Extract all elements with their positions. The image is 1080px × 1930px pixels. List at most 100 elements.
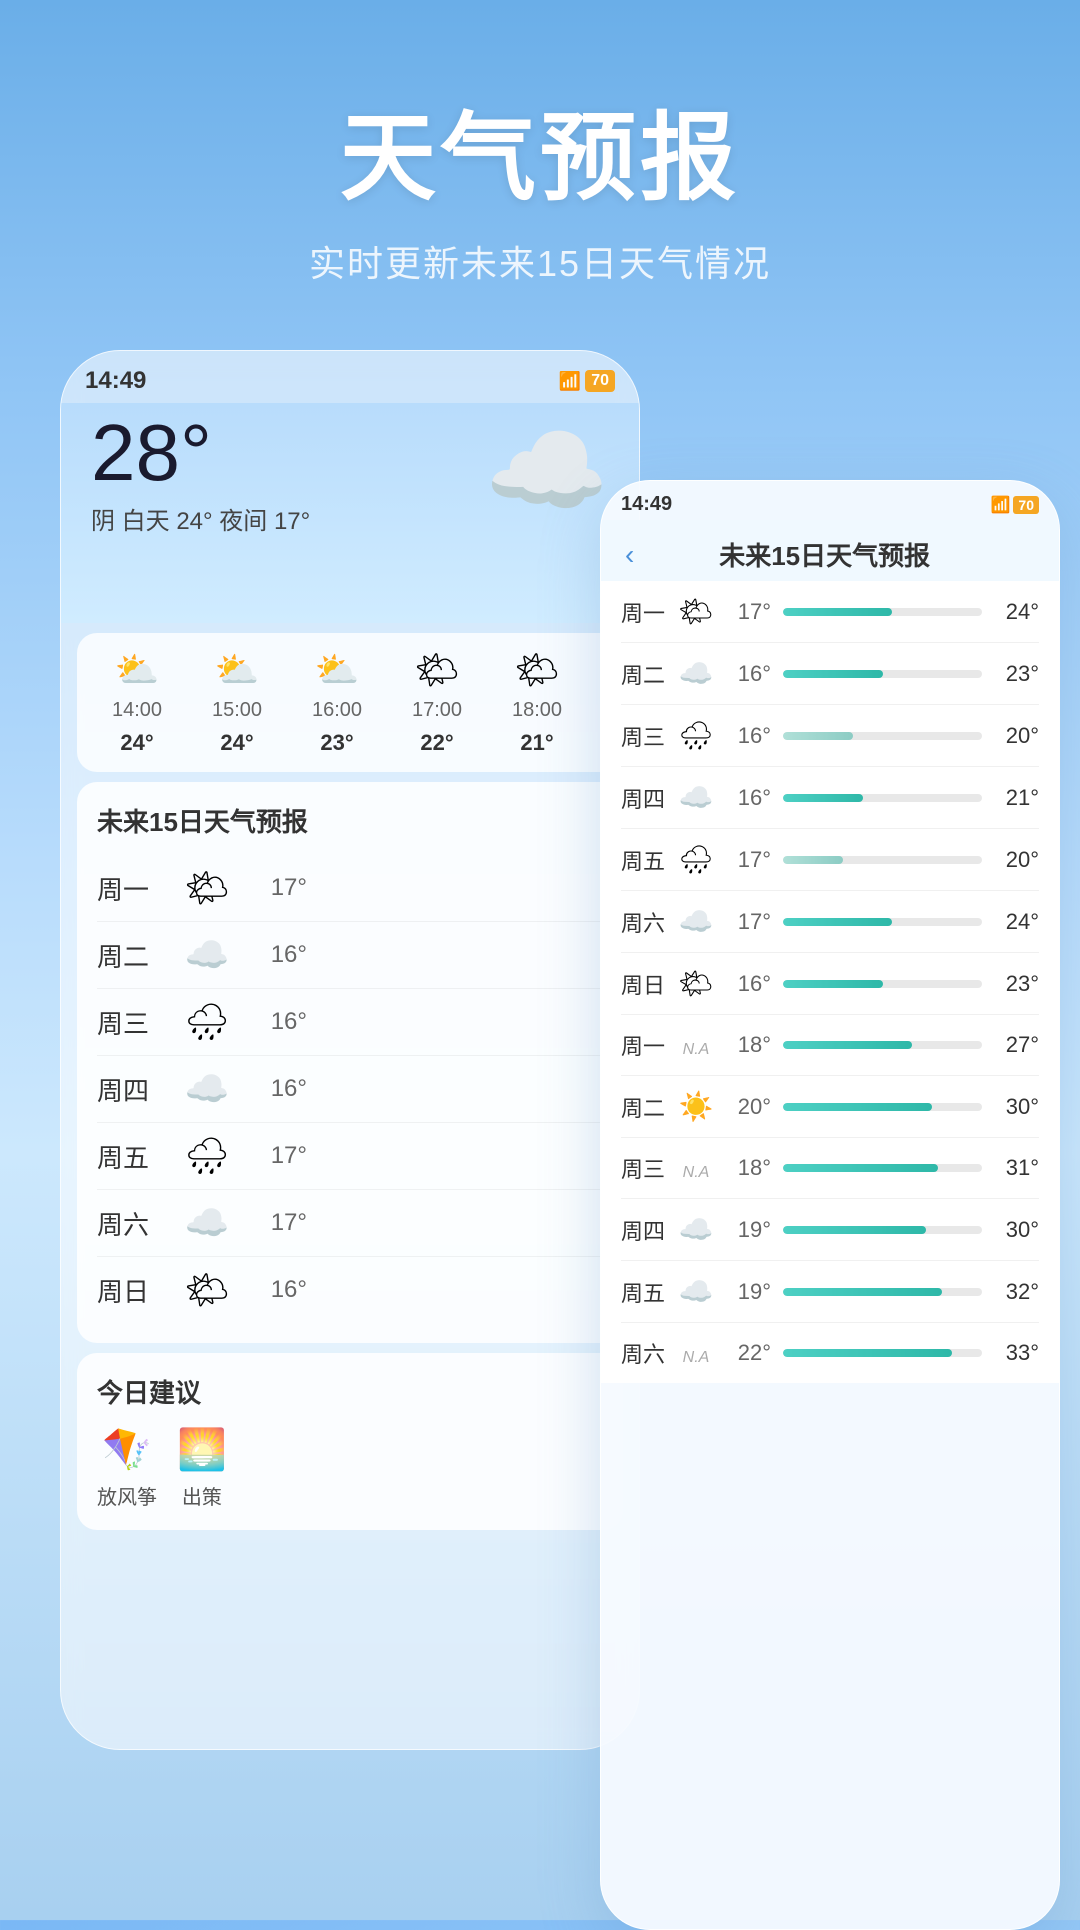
front-day-6: 周日 <box>621 968 676 1000</box>
front-low-11: 19° <box>716 1279 771 1305</box>
front-low-10: 19° <box>716 1217 771 1243</box>
forecast-row-2: 周三 🌧 16° <box>97 989 603 1056</box>
front-weather-icon-1: ☁️ <box>676 657 716 690</box>
kite-icon: 🪁 <box>102 1426 152 1473</box>
front-forecast-row-2: 周三 🌧 16° 20° <box>621 705 1039 767</box>
front-high-3: 21° <box>994 785 1039 811</box>
front-day-4: 周五 <box>621 844 676 876</box>
forecast-low-1: 16° <box>237 941 307 969</box>
front-phone: 14:49 📶 70 ‹ 未来15日天气预报 周一 🌤 17° 24° 周二 ☁… <box>600 480 1060 1930</box>
hour-icon-1: ⛅ <box>115 649 160 691</box>
front-day-3: 周四 <box>621 782 676 814</box>
front-weather-icon-12: N.A <box>676 1337 716 1369</box>
front-bar-container-9 <box>783 1164 982 1172</box>
forecast-row-0: 周一 🌤 17° <box>97 855 603 922</box>
back-phone: 14:49 📶 70 28° 阴 白天 24° 夜间 17° ☁️ ⛅ 14:0… <box>60 350 640 1750</box>
hour-time-1: 14:00 <box>112 699 162 722</box>
forecast-day-0: 周一 <box>97 870 177 907</box>
front-bar-fill-11 <box>783 1288 942 1296</box>
front-bar-container-11 <box>783 1288 982 1296</box>
back-phone-forecast-section: 未来15日天气预报 周一 🌤 17° 周二 ☁️ 16° 周三 🌧 16° 周四… <box>77 782 623 1343</box>
forecast-icon-2: 🌧 <box>177 1001 237 1043</box>
front-bar-container-5 <box>783 918 982 926</box>
front-forecast-row-5: 周六 ☁️ 17° 24° <box>621 891 1039 953</box>
front-low-0: 17° <box>716 599 771 625</box>
forecast-day-2: 周三 <box>97 1004 177 1041</box>
app-title: 天气预报 <box>0 80 1080 219</box>
front-high-1: 23° <box>994 661 1039 687</box>
hour-item-1: ⛅ 14:00 24° <box>97 649 177 756</box>
front-low-4: 17° <box>716 847 771 873</box>
forecast-icon-5: ☁️ <box>177 1202 237 1244</box>
front-day-1: 周二 <box>621 658 676 690</box>
forecast-day-6: 周日 <box>97 1272 177 1309</box>
front-day-12: 周六 <box>621 1337 676 1369</box>
front-bar-fill-10 <box>783 1226 926 1234</box>
hour-icon-5: 🌤 <box>514 649 560 691</box>
front-bar-container-4 <box>783 856 982 864</box>
front-phone-battery: 70 <box>1013 496 1039 514</box>
signal-icon: 📶 <box>559 371 581 392</box>
forecast-day-4: 周五 <box>97 1138 177 1175</box>
hour-time-3: 16:00 <box>312 699 362 722</box>
hour-icon-4: 🌤 <box>414 649 460 691</box>
forecast-row-1: 周二 ☁️ 16° <box>97 922 603 989</box>
front-high-4: 20° <box>994 847 1039 873</box>
front-bar-container-2 <box>783 732 982 740</box>
front-bar-container-6 <box>783 980 982 988</box>
suggestion-label-1: 出策 <box>182 1481 222 1510</box>
front-bar-fill-2 <box>783 732 853 740</box>
suggestion-items: 🪁 放风筝 🌅 出策 <box>97 1426 603 1510</box>
front-bar-container-0 <box>783 608 982 616</box>
front-page-title: 未来15日天气预报 <box>654 536 995 573</box>
front-forecast-row-10: 周四 ☁️ 19° 30° <box>621 1199 1039 1261</box>
front-bar-container-3 <box>783 794 982 802</box>
front-weather-icon-11: ☁️ <box>676 1275 716 1308</box>
back-button[interactable]: ‹ <box>625 539 634 571</box>
front-forecast-row-11: 周五 ☁️ 19° 32° <box>621 1261 1039 1323</box>
front-bar-fill-4 <box>783 856 843 864</box>
cloud-decoration-icon: ☁️ <box>484 413 609 530</box>
phones-container: 14:49 📶 70 28° 阴 白天 24° 夜间 17° ☁️ ⛅ 14:0… <box>0 330 1080 1920</box>
front-high-10: 30° <box>994 1217 1039 1243</box>
front-weather-icon-10: ☁️ <box>676 1213 716 1246</box>
front-forecast-row-4: 周五 🌧 17° 20° <box>621 829 1039 891</box>
front-phone-header: ‹ 未来15日天气预报 <box>601 520 1059 581</box>
front-forecast-row-0: 周一 🌤 17° 24° <box>621 581 1039 643</box>
front-low-1: 16° <box>716 661 771 687</box>
front-phone-time: 14:49 <box>621 493 672 516</box>
hour-item-5: 🌤 18:00 21° <box>497 649 577 756</box>
hour-time-4: 17:00 <box>412 699 462 722</box>
front-forecast-row-1: 周二 ☁️ 16° 23° <box>621 643 1039 705</box>
front-day-8: 周二 <box>621 1091 676 1123</box>
suggestion-section: 今日建议 🪁 放风筝 🌅 出策 <box>77 1353 623 1530</box>
front-low-12: 22° <box>716 1340 771 1366</box>
forecast-day-3: 周四 <box>97 1071 177 1108</box>
front-high-6: 23° <box>994 971 1039 997</box>
front-forecast-row-7: 周一 N.A 18° 27° <box>621 1015 1039 1076</box>
front-forecast-row-3: 周四 ☁️ 16° 21° <box>621 767 1039 829</box>
front-day-7: 周一 <box>621 1029 676 1061</box>
weather-main: 28° 阴 白天 24° 夜间 17° ☁️ <box>61 403 639 623</box>
front-low-3: 16° <box>716 785 771 811</box>
front-day-2: 周三 <box>621 720 676 752</box>
front-bar-container-8 <box>783 1103 982 1111</box>
front-low-7: 18° <box>716 1032 771 1058</box>
back-phone-status-icons: 📶 70 <box>559 370 615 392</box>
front-signal-icon: 📶 <box>991 495 1011 515</box>
front-high-7: 27° <box>994 1032 1039 1058</box>
front-low-8: 20° <box>716 1094 771 1120</box>
back-phone-status-bar: 14:49 📶 70 <box>61 351 639 403</box>
front-phone-status-bar: 14:49 📶 70 <box>601 481 1059 520</box>
front-forecast-row-12: 周六 N.A 22° 33° <box>621 1323 1039 1383</box>
app-subtitle: 实时更新未来15日天气情况 <box>0 235 1080 287</box>
forecast-low-0: 17° <box>237 874 307 902</box>
sun-icon: 🌅 <box>177 1426 227 1473</box>
front-forecast-list: 周一 🌤 17° 24° 周二 ☁️ 16° 23° 周三 🌧 16° 20° … <box>601 581 1059 1383</box>
suggestion-item-1: 🌅 出策 <box>177 1426 227 1510</box>
front-bar-container-10 <box>783 1226 982 1234</box>
hour-temp-5: 21° <box>520 730 553 756</box>
forecast-low-4: 17° <box>237 1142 307 1170</box>
back-phone-time: 14:49 <box>85 367 146 395</box>
forecast-day-5: 周六 <box>97 1205 177 1242</box>
